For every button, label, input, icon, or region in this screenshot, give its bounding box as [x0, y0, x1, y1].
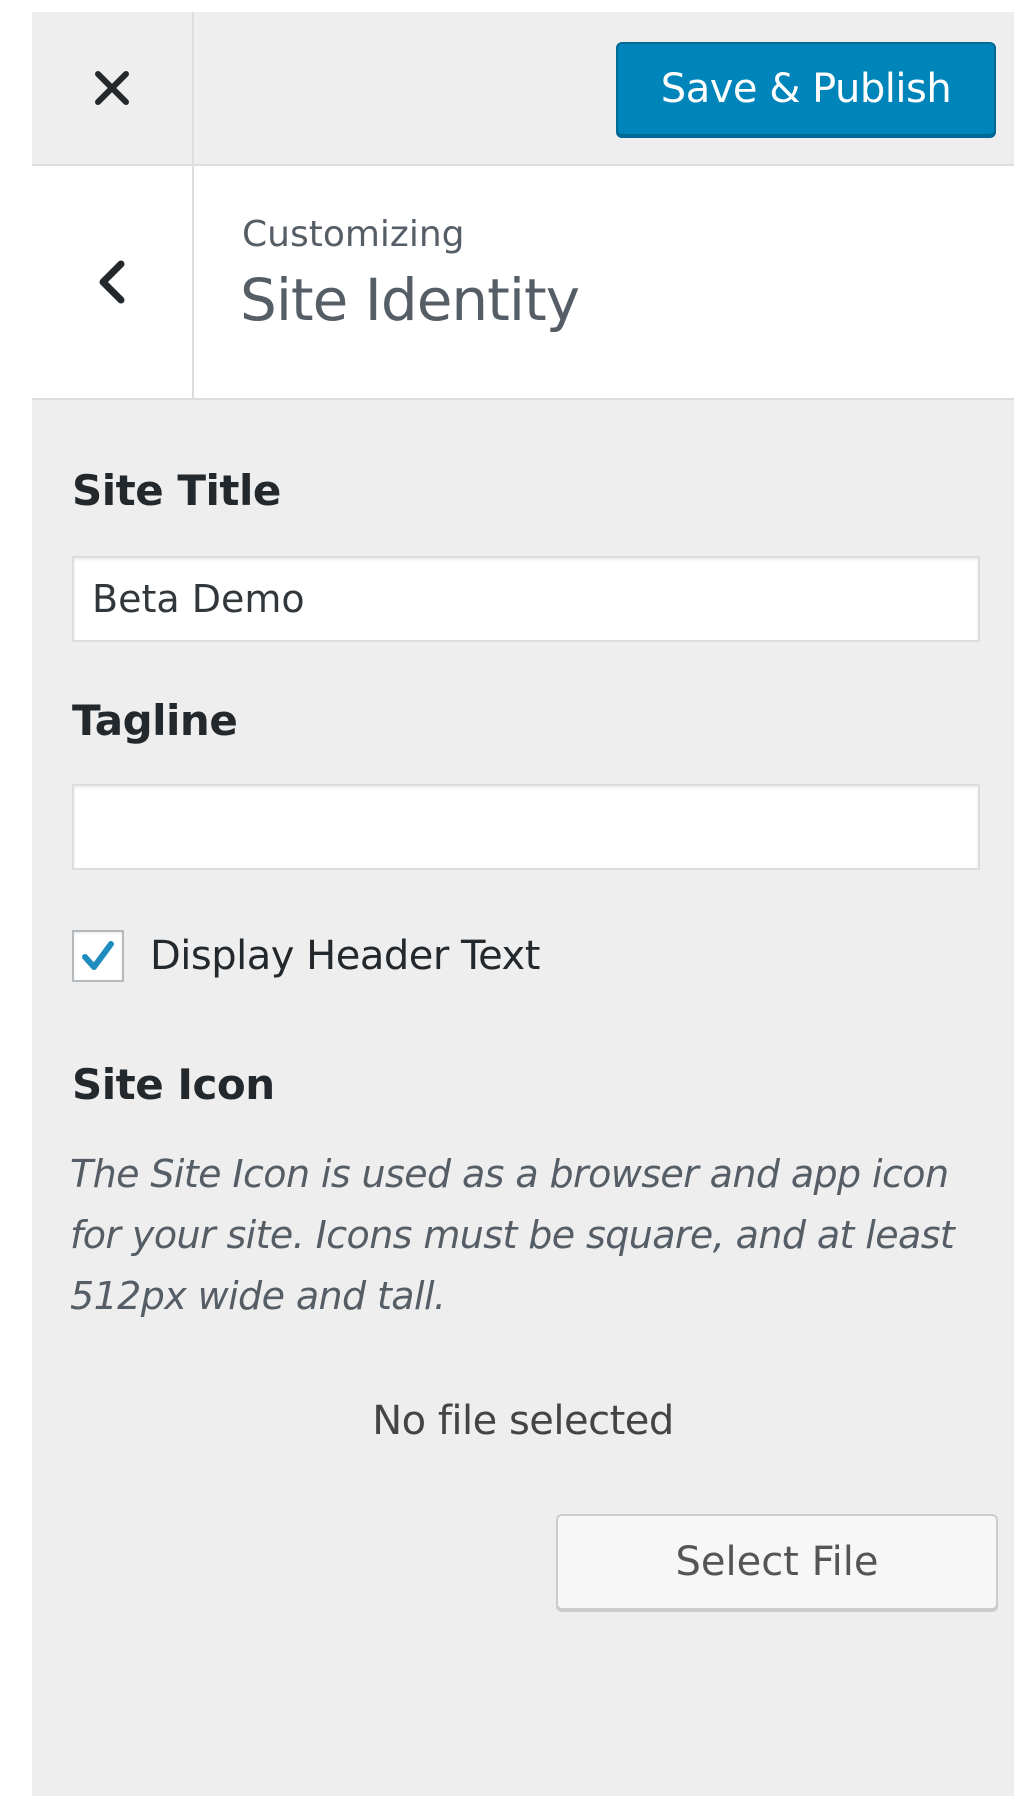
site-title-label: Site Title — [72, 466, 281, 515]
close-button[interactable] — [32, 12, 194, 164]
display-header-text-row: Display Header Text — [72, 930, 540, 982]
select-file-button[interactable]: Select File — [556, 1514, 998, 1610]
site-title-input[interactable] — [72, 556, 980, 642]
tagline-input[interactable] — [72, 784, 980, 870]
back-button[interactable] — [32, 166, 194, 398]
customizer-header: Save & Publish — [32, 12, 1014, 166]
file-status: No file selected — [372, 1398, 674, 1444]
customizing-eyebrow: Customizing — [242, 214, 465, 255]
site-icon-description: The Site Icon is used as a browser and a… — [70, 1152, 955, 1318]
site-icon-label: Site Icon — [72, 1060, 275, 1109]
section-title-bar: Customizing Site Identity — [32, 166, 1014, 400]
checkmark-icon — [82, 941, 114, 970]
tagline-label: Tagline — [72, 696, 238, 745]
display-header-text-checkbox[interactable] — [72, 930, 124, 982]
close-icon — [95, 71, 129, 105]
save-publish-button[interactable]: Save & Publish — [616, 42, 996, 136]
customizer-panel: Save & Publish Customizing Site Identity… — [32, 12, 1014, 1796]
chevron-left-icon — [99, 260, 125, 304]
display-header-text-label: Display Header Text — [150, 933, 540, 979]
section-title: Site Identity — [240, 266, 580, 334]
